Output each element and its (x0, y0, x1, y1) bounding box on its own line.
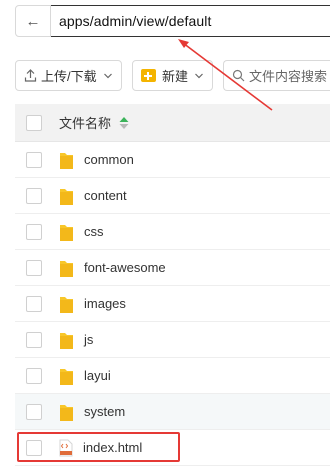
folder-icon (60, 404, 73, 421)
row-checkbox[interactable] (26, 295, 42, 312)
new-button[interactable]: 新建 (132, 60, 213, 91)
back-button[interactable]: ← (15, 5, 51, 37)
path-input[interactable]: apps/admin/view/default (51, 5, 330, 37)
row-checkbox[interactable] (26, 367, 42, 384)
path-bar: ← apps/admin/view/default (15, 5, 330, 37)
path-text: apps/admin/view/default (59, 13, 212, 29)
file-name[interactable]: index.html (83, 440, 142, 455)
folder-icon (60, 152, 73, 169)
row-checkbox[interactable] (26, 403, 42, 420)
chevron-down-icon (195, 73, 203, 78)
name-column-header[interactable]: 文件名称 (59, 113, 111, 132)
folder-icon (60, 260, 73, 277)
search-placeholder: 文件内容搜索 (249, 69, 328, 84)
content-search-input[interactable]: 文件内容搜索 (223, 60, 330, 91)
table-row[interactable]: js (15, 322, 330, 358)
file-name[interactable]: font-awesome (84, 260, 166, 275)
select-all-checkbox[interactable] (26, 114, 42, 131)
file-name[interactable]: js (84, 332, 93, 347)
table-row[interactable]: font-awesome (15, 250, 330, 286)
chevron-down-icon (103, 73, 112, 78)
folder-icon (60, 368, 73, 385)
row-checkbox[interactable] (26, 151, 42, 168)
table-row[interactable]: css (15, 214, 330, 250)
file-name[interactable]: css (84, 224, 104, 239)
table-row[interactable]: content (15, 178, 330, 214)
file-table: 文件名称 common content css font-awesome ima… (15, 104, 330, 466)
table-row[interactable]: common (15, 142, 330, 178)
row-checkbox[interactable] (26, 439, 42, 456)
table-header: 文件名称 (15, 104, 330, 142)
row-checkbox[interactable] (26, 259, 42, 276)
arrow-left-icon: ← (25, 12, 41, 30)
upload-download-label: 上传/下载 (41, 69, 97, 84)
new-folder-icon (141, 69, 156, 82)
toolbar: 上传/下载 新建 文件内容搜索 (15, 60, 330, 92)
table-row[interactable]: index.html (15, 430, 330, 466)
new-label: 新建 (162, 69, 189, 84)
table-row[interactable]: layui (15, 358, 330, 394)
file-name[interactable]: images (84, 296, 126, 311)
file-name[interactable]: system (84, 404, 125, 419)
folder-icon (60, 188, 73, 205)
search-icon (232, 69, 245, 82)
file-name[interactable]: common (84, 152, 134, 167)
row-checkbox[interactable] (26, 223, 42, 240)
file-name[interactable]: content (84, 188, 127, 203)
table-row[interactable]: images (15, 286, 330, 322)
html-file-icon (59, 439, 73, 456)
table-row[interactable]: system (15, 394, 330, 430)
row-checkbox[interactable] (26, 187, 42, 204)
upload-icon (24, 69, 37, 82)
upload-download-button[interactable]: 上传/下载 (15, 60, 122, 91)
folder-icon (60, 296, 73, 313)
row-checkbox[interactable] (26, 331, 42, 348)
folder-icon (60, 332, 73, 349)
folder-icon (60, 224, 73, 241)
file-name[interactable]: layui (84, 368, 111, 383)
sort-icon[interactable] (119, 116, 129, 130)
